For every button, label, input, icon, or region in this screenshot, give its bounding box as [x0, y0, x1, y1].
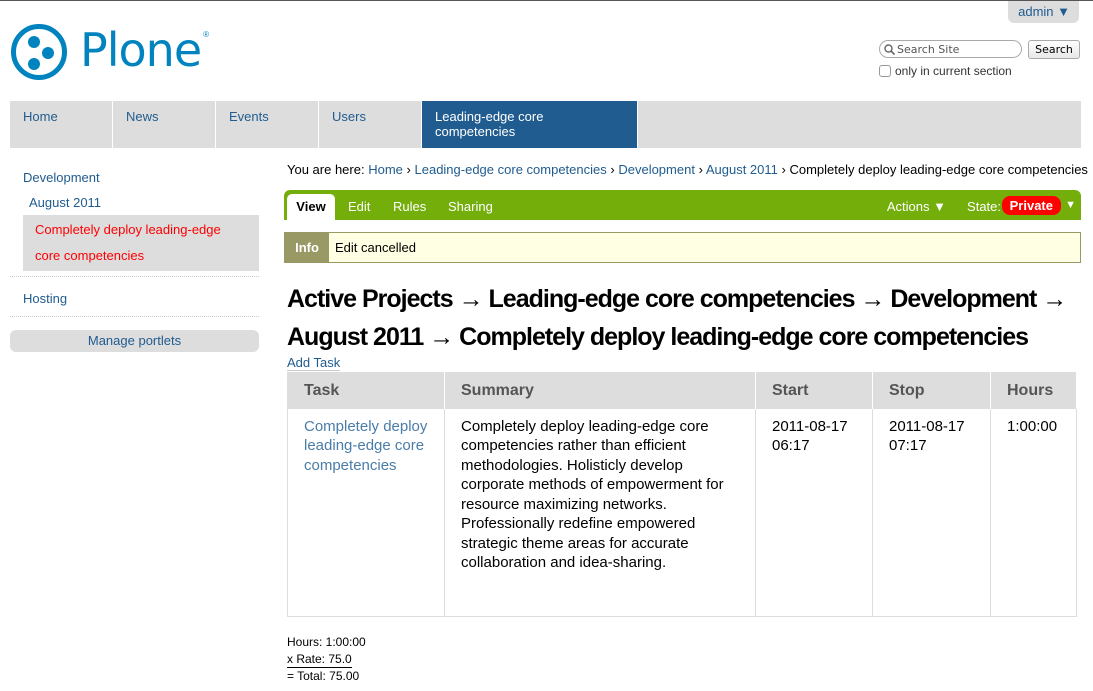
manage-portlets-button[interactable]: Manage portlets — [10, 330, 259, 352]
breadcrumb-august-2011[interactable]: August 2011 — [706, 162, 778, 177]
state-badge[interactable]: Private — [1001, 196, 1061, 215]
nav-item-events[interactable]: Events — [216, 101, 319, 148]
user-menu-button[interactable]: admin ▼ — [1008, 1, 1079, 23]
totals-rate: x Rate: 75.0 — [287, 652, 352, 668]
navigation-portlet: Development August 2011 Completely deplo… — [10, 161, 259, 352]
add-task-link[interactable]: Add Task — [287, 355, 341, 371]
logo-registered-mark: ® — [203, 29, 210, 39]
breadcrumb-home[interactable]: Home — [368, 162, 403, 177]
start-cell: 2011-08-17 06:17 — [755, 408, 873, 617]
breadcrumb-separator: › — [781, 162, 786, 177]
section-only-checkbox[interactable] — [879, 65, 891, 77]
search-input[interactable] — [897, 42, 1012, 56]
breadcrumb: You are here: Home › Leading-edge core c… — [287, 162, 1088, 177]
tab-edit[interactable]: Edit — [348, 199, 370, 214]
tasks-table: Task Summary Start Stop Hours Completely… — [287, 372, 1077, 617]
state-menu-arrow-icon[interactable]: ▼ — [1065, 199, 1076, 211]
global-nav: Home News Events Users Leading-edge core… — [10, 101, 1081, 148]
nav-item-users[interactable]: Users — [319, 101, 422, 148]
section-only-label: only in current section — [895, 64, 1012, 78]
totals-hours: Hours: 1:00:00 — [287, 635, 366, 649]
nav-item-home[interactable]: Home — [10, 101, 113, 148]
plone-logo-icon — [11, 24, 67, 80]
totals: Hours: 1:00:00 x Rate: 75.0 = Total: 75.… — [287, 634, 366, 685]
breadcrumb-separator: › — [698, 162, 703, 177]
column-header-hours: Hours — [990, 372, 1077, 409]
task-link[interactable]: Completely deploy leading-edge core comp… — [304, 418, 427, 474]
column-header-summary: Summary — [444, 372, 756, 409]
tab-sharing[interactable]: Sharing — [448, 199, 493, 214]
status-message: Info Edit cancelled — [284, 232, 1081, 263]
state-label: State: — [967, 199, 1001, 214]
site-logo[interactable]: Plone ® — [10, 23, 210, 81]
table-row: Completely deploy leading-edge core comp… — [287, 408, 1077, 617]
actions-menu[interactable]: Actions ▼ — [887, 199, 946, 214]
search-button[interactable]: Search — [1028, 40, 1080, 59]
portlet-divider — [10, 316, 259, 317]
breadcrumb-prefix: You are here: — [287, 162, 365, 177]
breadcrumb-separator: › — [610, 162, 615, 177]
column-header-start: Start — [755, 372, 873, 409]
task-cell: Completely deploy leading-edge core comp… — [287, 408, 445, 617]
totals-total: = Total: 75.00 — [287, 669, 360, 683]
page-title: Active Projects → Leading-edge core comp… — [287, 285, 1067, 351]
portlet-item-august-2011[interactable]: August 2011 — [10, 190, 259, 215]
breadcrumb-separator: › — [406, 162, 411, 177]
stop-cell: 2011-08-17 07:17 — [872, 408, 991, 617]
logo-text: Plone — [80, 23, 202, 77]
start-date: 2011-08-17 — [772, 417, 848, 435]
column-header-stop: Stop — [872, 372, 991, 409]
column-header-task: Task — [287, 372, 445, 409]
edit-bar: View Edit Rules Sharing Actions ▼ State:… — [284, 190, 1081, 220]
section-only-option[interactable]: only in current section — [879, 64, 1012, 78]
summary-cell: Completely deploy leading-edge core comp… — [444, 408, 756, 617]
status-message-type: Info — [285, 233, 329, 262]
breadcrumb-current: Completely deploy leading-edge core comp… — [789, 162, 1088, 177]
stop-time: 07:17 — [889, 437, 927, 454]
status-message-text: Edit cancelled — [335, 240, 416, 255]
breadcrumb-leading-edge[interactable]: Leading-edge core competencies — [415, 162, 607, 177]
nav-item-news[interactable]: News — [113, 101, 216, 148]
search-field[interactable] — [879, 40, 1022, 58]
breadcrumb-development[interactable]: Development — [618, 162, 695, 177]
hours-cell: 1:00:00 — [990, 408, 1077, 617]
table-header-row: Task Summary Start Stop Hours — [287, 372, 1077, 409]
search-icon — [884, 43, 895, 55]
nav-item-leading-edge-core-competencies[interactable]: Leading-edge core competencies — [422, 101, 638, 148]
tab-view[interactable]: View — [287, 194, 335, 220]
stop-date: 2011-08-17 — [889, 417, 965, 435]
tab-rules[interactable]: Rules — [393, 199, 426, 214]
portlet-item-hosting[interactable]: Hosting — [10, 277, 259, 316]
portlet-item-development[interactable]: Development — [10, 161, 259, 190]
portlet-item-current-task[interactable]: Completely deploy leading-edge core comp… — [23, 215, 259, 271]
start-time: 06:17 — [772, 437, 810, 454]
